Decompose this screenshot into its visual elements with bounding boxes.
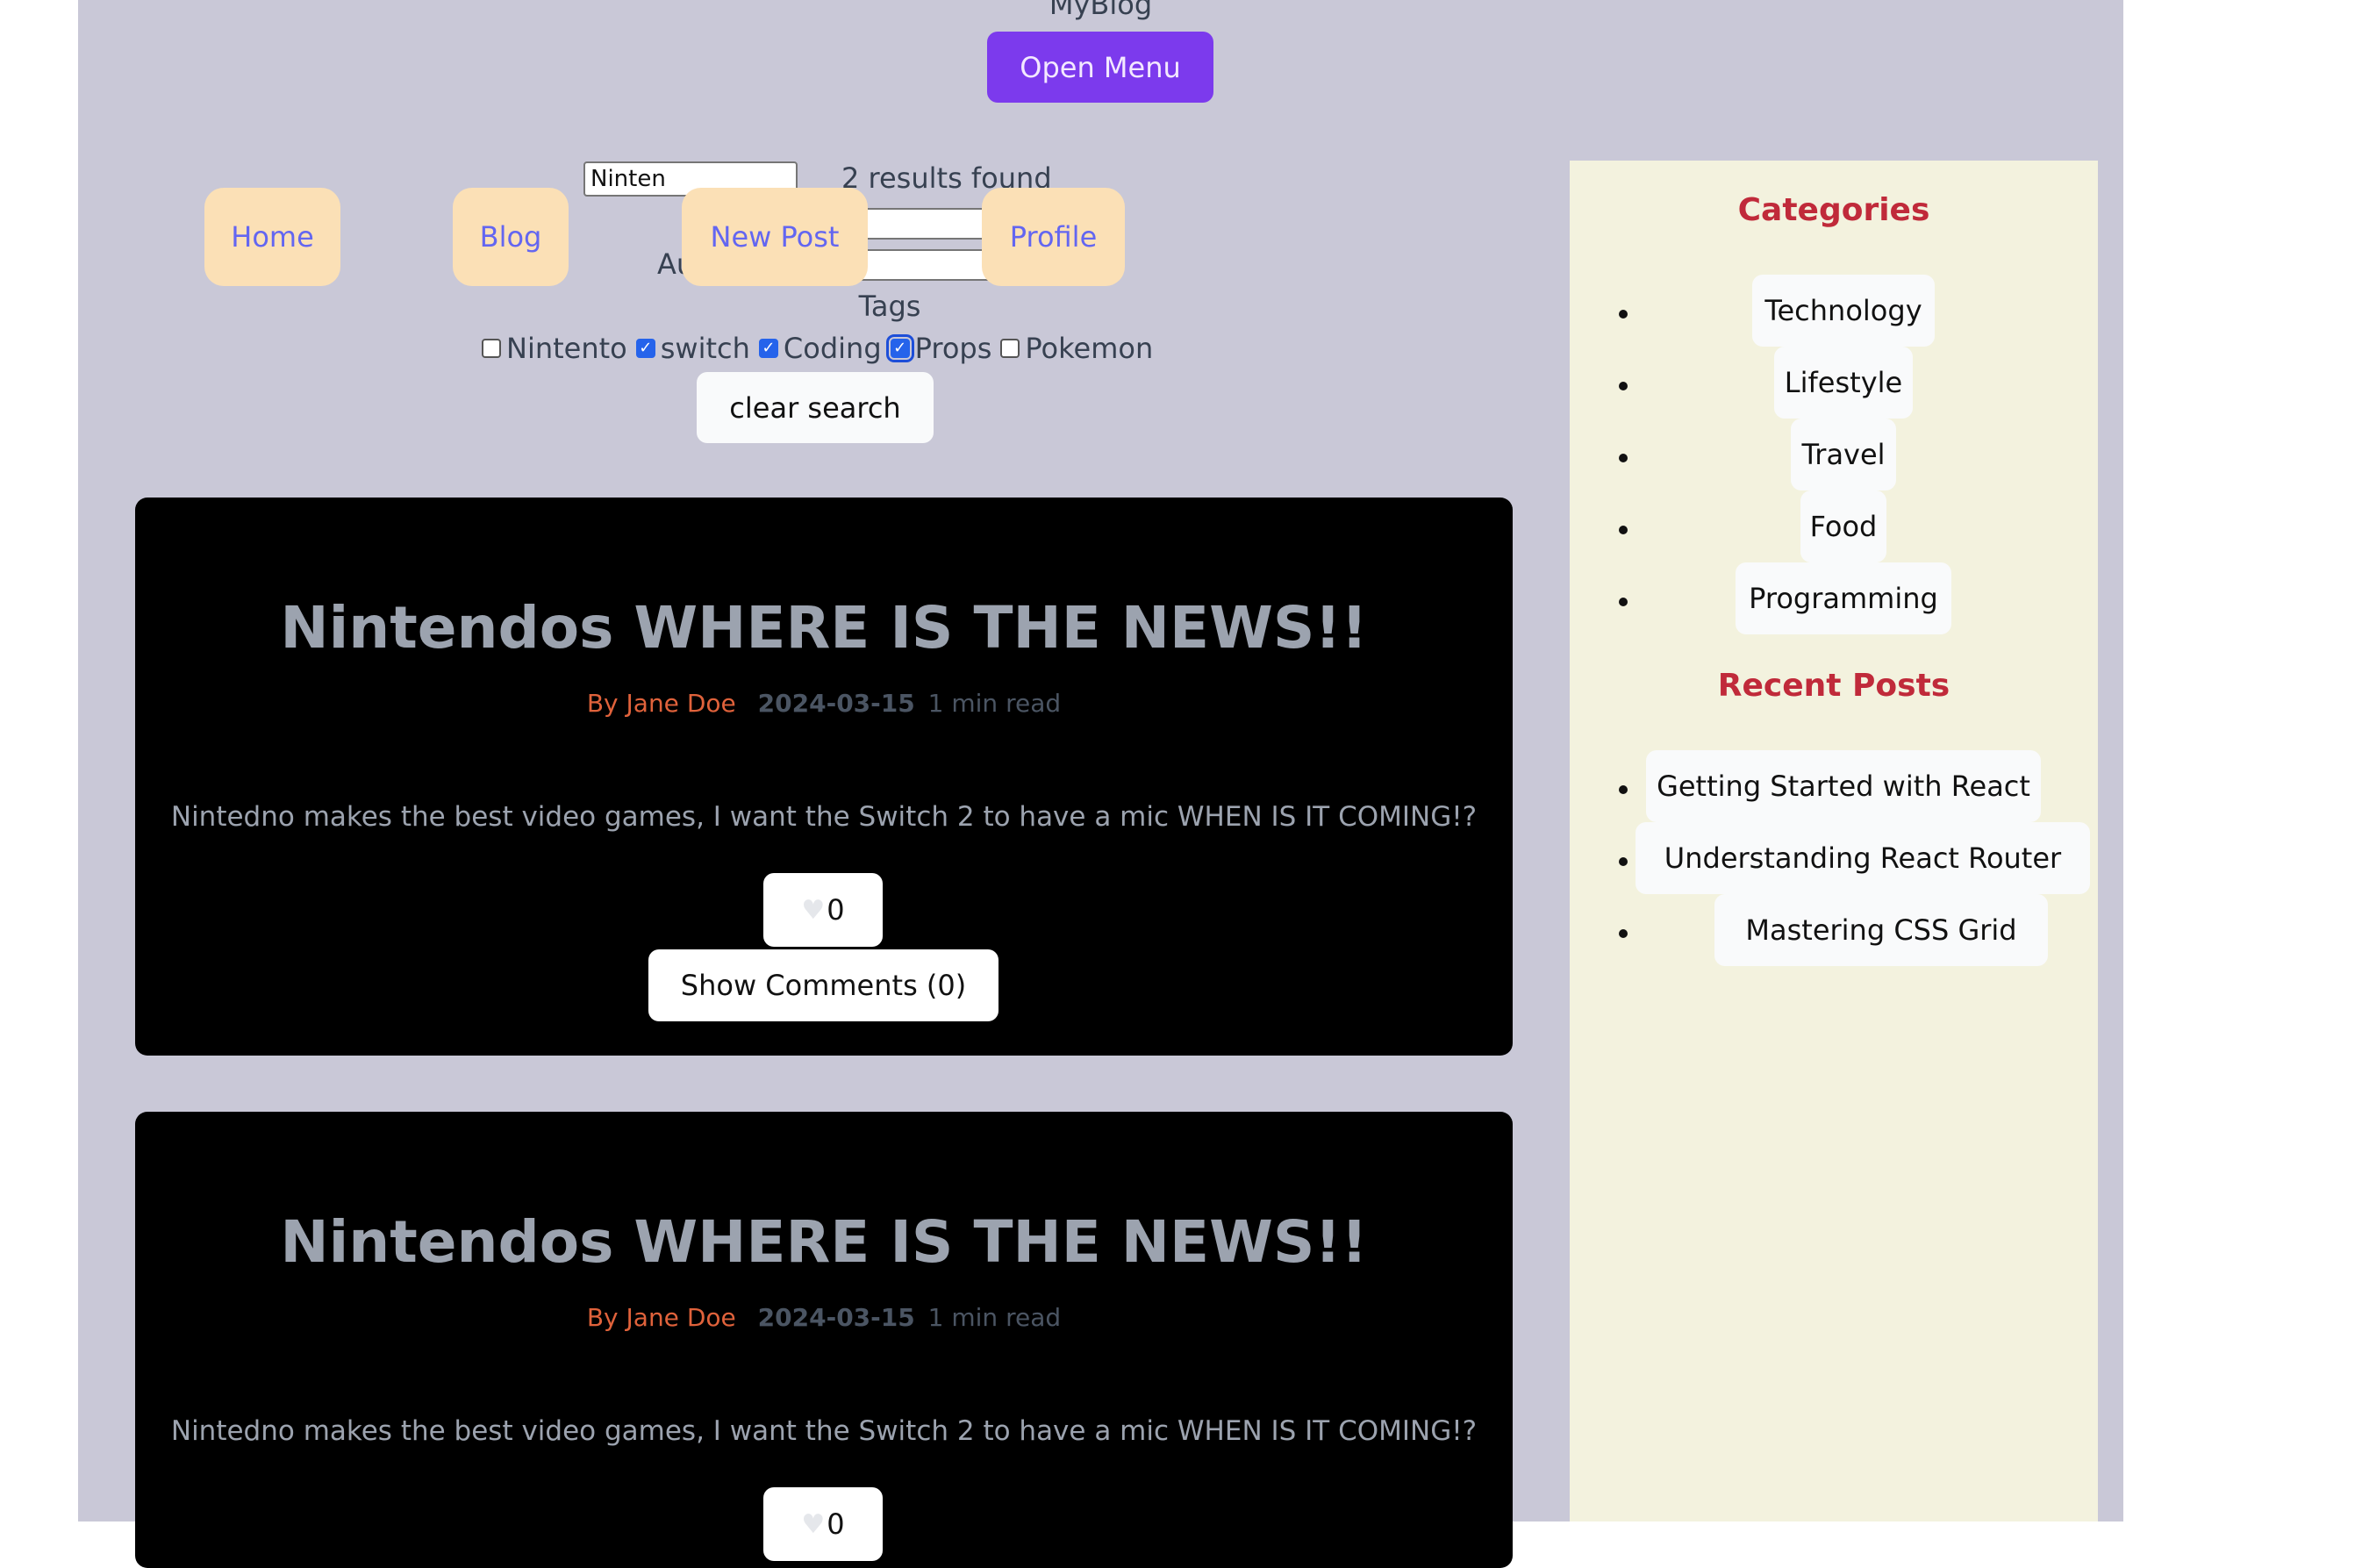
like-button[interactable]: ♥ 0	[763, 1487, 883, 1561]
checkmark-icon: ✓	[762, 339, 776, 357]
category-technology[interactable]: Technology	[1752, 275, 1935, 347]
recent-post-item[interactable]: Getting Started with React	[1646, 750, 2041, 822]
list-bullet	[1619, 382, 1628, 390]
nav-profile[interactable]: Profile	[982, 188, 1125, 286]
tag-label: switch	[660, 332, 750, 365]
category-travel[interactable]: Travel	[1791, 419, 1896, 490]
post-title[interactable]: Nintendos WHERE IS THE NEWS!!	[135, 1208, 1513, 1276]
checkmark-icon: ✓	[893, 339, 907, 357]
post-date: 2024-03-15	[757, 1303, 915, 1332]
checkmark-icon: ✓	[639, 339, 653, 357]
tag-label: Nintento	[506, 332, 627, 365]
post-author: By Jane Doe	[586, 689, 736, 718]
recent-post-item[interactable]: Mastering CSS Grid	[1714, 894, 2048, 966]
post-meta: By Jane Doe 2024-03-15 1 min read	[135, 689, 1513, 718]
recent-posts-heading: Recent Posts	[1717, 668, 1950, 704]
list-bullet	[1619, 857, 1628, 866]
tag-coding[interactable]: ✓ Coding	[758, 332, 882, 365]
post-read-time: 1 min read	[927, 689, 1062, 718]
tag-label: Props	[914, 332, 992, 365]
list-bullet	[1619, 929, 1628, 938]
list-bullet	[1619, 454, 1628, 462]
checkbox[interactable]: ✓	[885, 334, 914, 362]
post-card: Nintendos WHERE IS THE NEWS!! By Jane Do…	[135, 498, 1513, 1056]
post-excerpt: Nintedno makes the best video games, I w…	[170, 801, 1478, 833]
recent-post-item[interactable]: Understanding React Router	[1636, 822, 2090, 894]
open-menu-button[interactable]: Open Menu	[987, 32, 1213, 103]
like-button[interactable]: ♥ 0	[763, 873, 883, 947]
nav-new-post[interactable]: New Post	[682, 188, 868, 286]
category-lifestyle[interactable]: Lifestyle	[1774, 347, 1913, 419]
show-comments-button[interactable]: Show Comments (0)	[648, 949, 998, 1021]
category-food[interactable]: Food	[1800, 490, 1886, 562]
app-container: MyBlog Open Menu Ninten 2 results found …	[78, 0, 2123, 1568]
tag-nintento[interactable]: Nintento	[482, 332, 627, 365]
like-count: 0	[827, 1507, 845, 1541]
list-bullet	[1619, 598, 1628, 606]
checkbox[interactable]	[1000, 339, 1020, 358]
heart-icon: ♥	[801, 894, 826, 926]
like-count: 0	[827, 893, 845, 927]
post-excerpt: Nintedno makes the best video games, I w…	[170, 1415, 1478, 1447]
list-bullet	[1619, 310, 1628, 319]
post-read-time: 1 min read	[927, 1303, 1062, 1332]
checkbox[interactable]: ✓	[758, 339, 778, 358]
tag-props[interactable]: ✓ Props	[885, 332, 992, 365]
checkbox[interactable]: ✓	[635, 339, 655, 358]
post-author: By Jane Doe	[586, 1303, 736, 1332]
clear-search-button[interactable]: clear search	[697, 372, 934, 443]
checkbox[interactable]	[482, 339, 501, 358]
tags-label: Tags	[858, 290, 921, 323]
sidebar: Categories Technology Lifestyle Travel F…	[1570, 161, 2098, 1521]
list-bullet	[1619, 526, 1628, 534]
nav-home[interactable]: Home	[204, 188, 340, 286]
tag-pokemon[interactable]: Pokemon	[1000, 332, 1153, 365]
post-date: 2024-03-15	[757, 689, 915, 718]
post-meta: By Jane Doe 2024-03-15 1 min read	[135, 1303, 1513, 1332]
tag-switch[interactable]: ✓ switch	[635, 332, 750, 365]
tag-label: Pokemon	[1025, 332, 1154, 365]
list-bullet	[1619, 785, 1628, 794]
heart-icon: ♥	[801, 1508, 826, 1540]
post-title[interactable]: Nintendos WHERE IS THE NEWS!!	[135, 594, 1513, 662]
post-card: Nintendos WHERE IS THE NEWS!! By Jane Do…	[135, 1112, 1513, 1568]
nav-blog[interactable]: Blog	[453, 188, 569, 286]
site-title: MyBlog	[1049, 0, 1153, 21]
category-programming[interactable]: Programming	[1736, 562, 1951, 634]
tag-label: Coding	[783, 332, 882, 365]
categories-heading: Categories	[1737, 192, 1930, 228]
tags-filter: Nintento ✓ switch ✓ Coding ✓ Props Pokem…	[482, 332, 1162, 365]
